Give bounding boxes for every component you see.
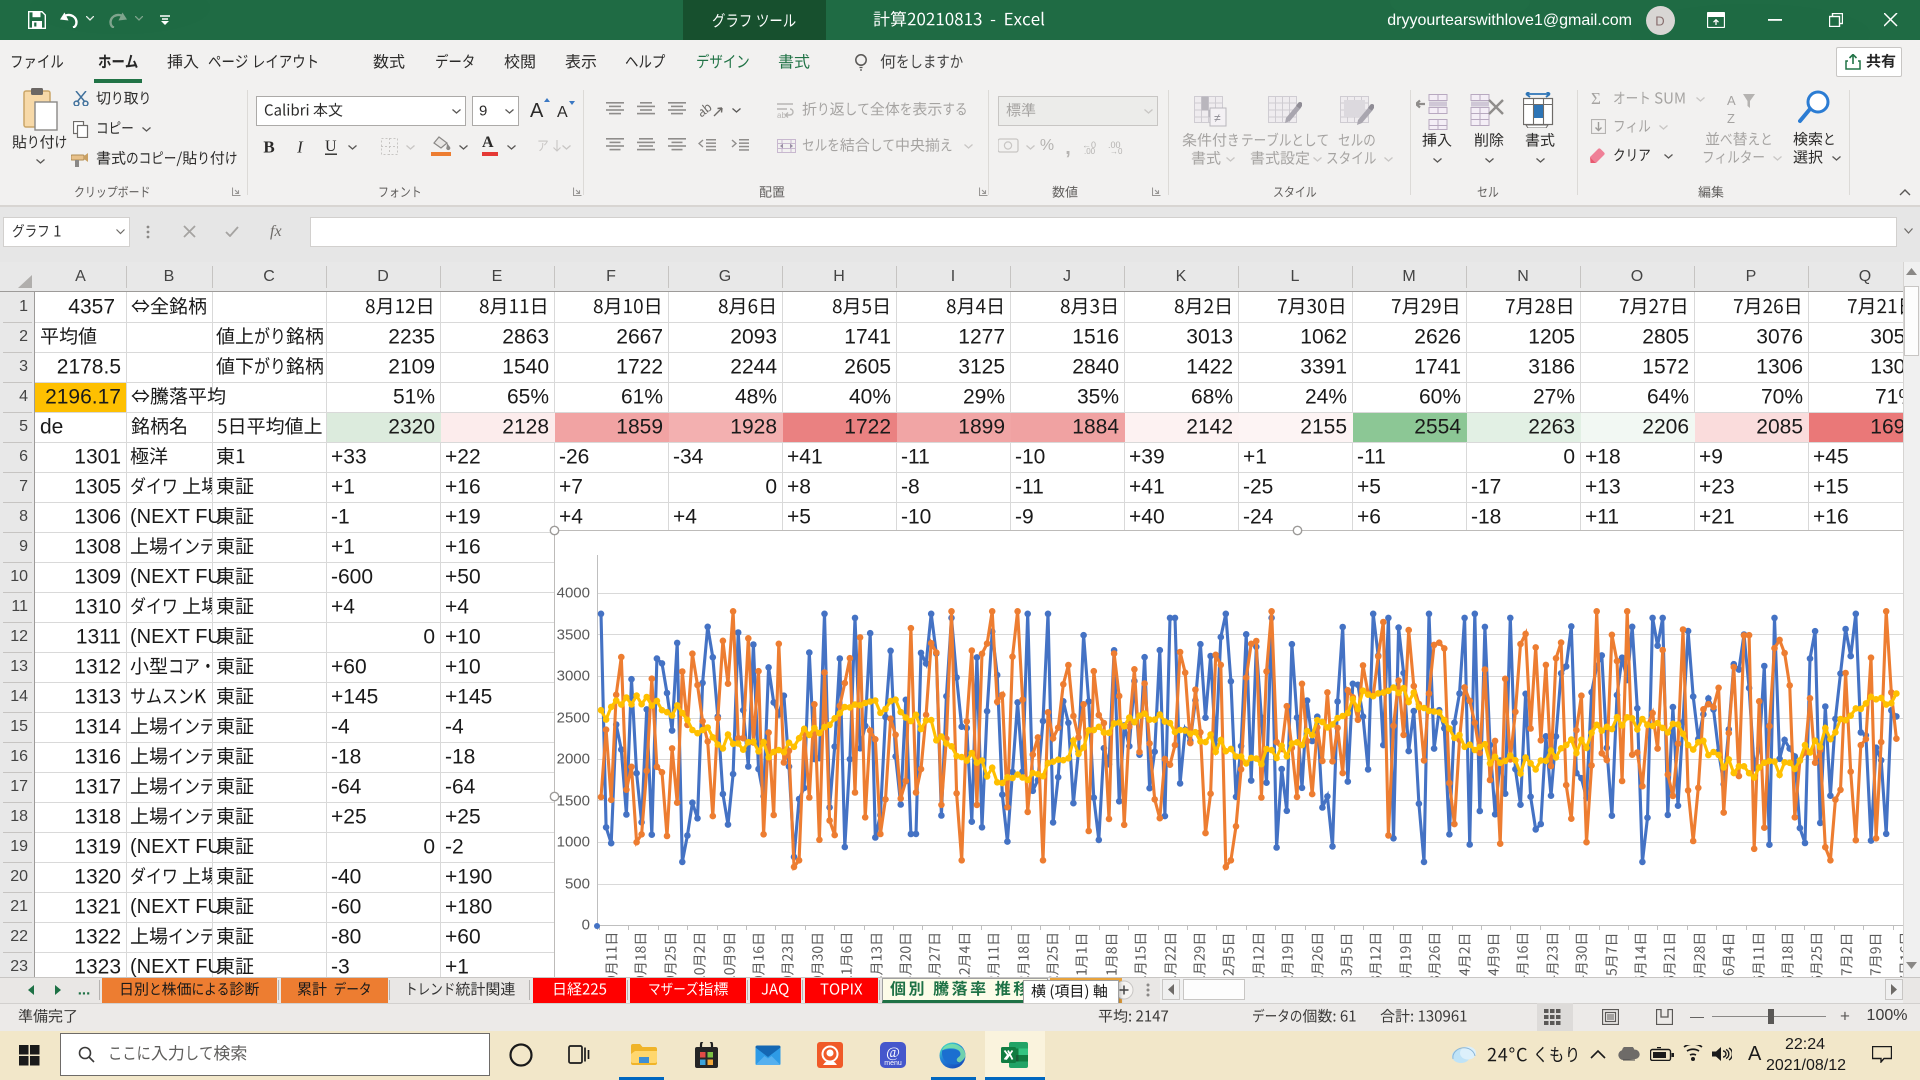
svg-text:ab: ab: [777, 111, 786, 118]
svg-text:U: U: [325, 138, 337, 155]
svg-text:Σ: Σ: [1591, 90, 1601, 107]
svg-text:menu: menu: [884, 1060, 902, 1067]
svg-text:Z: Z: [1727, 111, 1735, 126]
svg-text:ab: ab: [700, 100, 715, 120]
svg-text:.00: .00: [1084, 147, 1096, 155]
svg-text:A: A: [482, 134, 494, 149]
svg-text:A: A: [557, 104, 568, 121]
svg-text:→0: →0: [1110, 147, 1123, 155]
svg-text:A: A: [1727, 93, 1736, 108]
svg-text:A: A: [530, 100, 544, 122]
svg-text:@: @: [886, 1045, 900, 1061]
svg-text:≠: ≠: [1214, 111, 1221, 125]
